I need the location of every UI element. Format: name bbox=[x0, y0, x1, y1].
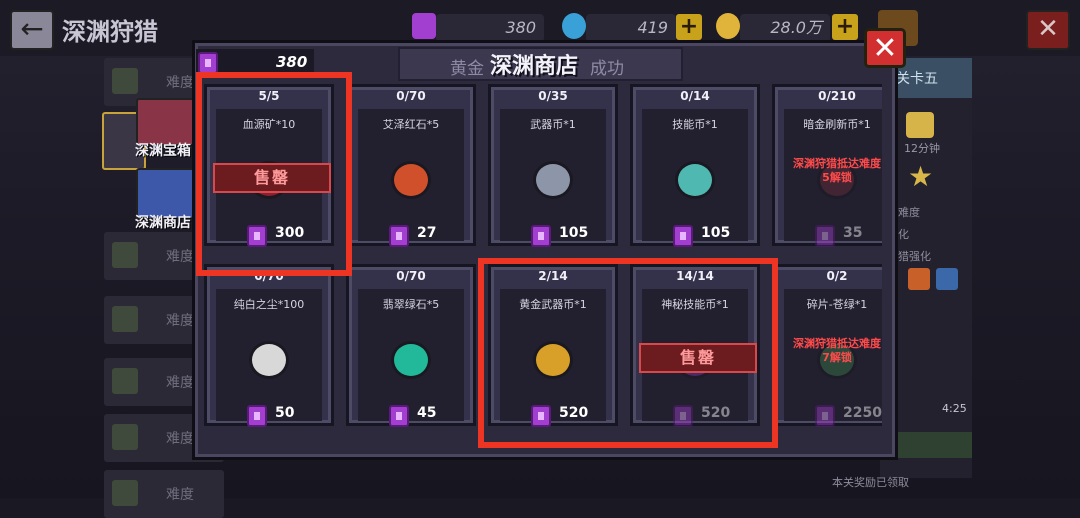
difficulty-label: 难度 bbox=[898, 206, 920, 219]
item-name: 技能币*1 bbox=[672, 118, 718, 131]
back-arrow-icon[interactable]: ← bbox=[10, 10, 54, 50]
stage-clock: 4:25 bbox=[942, 402, 967, 415]
item-name: 武器币*1 bbox=[530, 118, 576, 131]
enhance-label-1: 化 bbox=[898, 228, 909, 241]
item-price: 50 bbox=[275, 405, 295, 421]
item-name: 翡翠绿石*5 bbox=[382, 298, 440, 311]
item-stock: 0/14 bbox=[680, 89, 710, 103]
item-stock: 0/210 bbox=[818, 89, 856, 103]
red-stone-icon bbox=[391, 161, 431, 199]
sidebar-item-label: 难度 bbox=[166, 375, 194, 391]
crown-icon bbox=[906, 112, 934, 138]
highlight-box bbox=[478, 258, 778, 448]
faded-title-left: 黄金 bbox=[450, 59, 484, 79]
reward-status: 本关奖励已领取 bbox=[832, 476, 909, 489]
lock-icon bbox=[112, 424, 138, 450]
stage-progress-bar bbox=[896, 432, 972, 458]
stage-time: 12分钟 bbox=[904, 142, 940, 155]
skill-icon-2[interactable] bbox=[936, 268, 958, 290]
close-shop-button[interactable]: ✕ bbox=[864, 28, 906, 68]
shop-item-card[interactable]: 0/70 纯白之尘*100 50 bbox=[204, 264, 334, 427]
lock-icon bbox=[112, 368, 138, 394]
shop-item-card[interactable]: 0/70 翡翠绿石*5 45 bbox=[346, 264, 476, 427]
item-price: 2250 bbox=[843, 405, 882, 421]
sidebar-item-label: 难度 bbox=[166, 249, 194, 265]
shop-item-card[interactable]: 0/35 武器币*1 105 bbox=[488, 84, 618, 247]
shop-item-card[interactable]: 0/70 艾泽红石*5 27 bbox=[346, 84, 476, 247]
highlight-box bbox=[196, 72, 352, 276]
diamond-icon bbox=[562, 13, 586, 39]
sidebar-item-label: 难度 bbox=[166, 75, 194, 91]
unlock-requirement-line1: 深渊狩猎抵达难度 bbox=[793, 337, 881, 350]
item-name: 碎片-苍绿*1 bbox=[806, 298, 868, 311]
gem-icon bbox=[389, 225, 409, 247]
skill-icon-1[interactable] bbox=[908, 268, 930, 290]
item-stock: 0/70 bbox=[396, 269, 426, 283]
item-price: 45 bbox=[417, 405, 437, 421]
gem-icon bbox=[198, 52, 218, 74]
gem-icon bbox=[815, 225, 835, 247]
faded-title-right: 成功 bbox=[590, 59, 624, 79]
unlock-requirement: 深渊狩猎抵达难度 7解锁 bbox=[775, 337, 882, 365]
item-price: 105 bbox=[559, 225, 589, 241]
emerald-stone-icon bbox=[391, 341, 431, 379]
lock-icon bbox=[112, 68, 138, 94]
item-price: 105 bbox=[701, 225, 731, 241]
shop-item-card[interactable]: 0/210 暗金刷新币*1 深渊狩猎抵达难度 5解锁 35 bbox=[772, 84, 882, 247]
gem-icon bbox=[531, 225, 551, 247]
sidebar-item-label: 难度 bbox=[166, 431, 194, 447]
item-stock: 0/35 bbox=[538, 89, 568, 103]
item-stock: 0/2 bbox=[826, 269, 848, 283]
gem-icon bbox=[412, 13, 436, 39]
lock-icon bbox=[112, 480, 138, 506]
weapon-coin-icon bbox=[533, 161, 573, 199]
lock-icon bbox=[112, 242, 138, 268]
gem-resource-value: 380 bbox=[436, 14, 544, 42]
close-icon[interactable]: ✕ bbox=[1026, 10, 1070, 50]
skill-coin-icon bbox=[675, 161, 715, 199]
gem-icon bbox=[815, 405, 835, 427]
diamond-resource-value: 419 bbox=[586, 14, 676, 42]
shop-title: 深渊商店 bbox=[490, 54, 579, 79]
coin-icon bbox=[716, 13, 740, 39]
item-name: 纯白之尘*100 bbox=[233, 298, 305, 311]
add-coin-button[interactable]: + bbox=[832, 14, 858, 40]
white-dust-icon bbox=[249, 341, 289, 379]
enhance-label-2: 猎强化 bbox=[898, 250, 931, 263]
sidebar-item-difficulty-6[interactable]: 难度 bbox=[104, 470, 224, 518]
gem-icon bbox=[673, 225, 693, 247]
abyss-shop-label: 深渊商店 bbox=[135, 215, 191, 231]
sidebar-item-label: 难度 bbox=[166, 313, 194, 329]
item-price: 35 bbox=[843, 225, 863, 241]
page-title: 深渊狩猎 bbox=[62, 18, 158, 46]
unlock-requirement-line1: 深渊狩猎抵达难度 bbox=[793, 157, 881, 170]
coin-resource-value: 28.0万 bbox=[740, 14, 830, 42]
item-name: 暗金刷新币*1 bbox=[803, 118, 871, 131]
gem-icon bbox=[389, 405, 409, 427]
sidebar-item-label: 难度 bbox=[166, 487, 194, 503]
item-price: 27 bbox=[417, 225, 437, 241]
gem-icon bbox=[247, 405, 267, 427]
item-name: 艾泽红石*5 bbox=[382, 118, 440, 131]
star-icon: ★ bbox=[908, 160, 934, 193]
gem-balance-value: 380 bbox=[276, 53, 308, 71]
stage-title: 关卡五 bbox=[896, 71, 938, 87]
abyss-chest-label: 深渊宝箱 bbox=[135, 143, 191, 159]
unlock-requirement-line2: 5解锁 bbox=[822, 171, 852, 184]
shop-item-card[interactable]: 0/14 技能币*1 105 bbox=[630, 84, 760, 247]
add-diamond-button[interactable]: + bbox=[676, 14, 702, 40]
lock-icon bbox=[112, 306, 138, 332]
unlock-requirement-line2: 7解锁 bbox=[822, 351, 852, 364]
shop-item-card[interactable]: 0/2 碎片-苍绿*1 深渊狩猎抵达难度 7解锁 2250 bbox=[772, 264, 882, 427]
item-stock: 0/70 bbox=[396, 89, 426, 103]
abyss-chest-icon[interactable] bbox=[136, 98, 196, 146]
unlock-requirement: 深渊狩猎抵达难度 5解锁 bbox=[775, 157, 882, 185]
